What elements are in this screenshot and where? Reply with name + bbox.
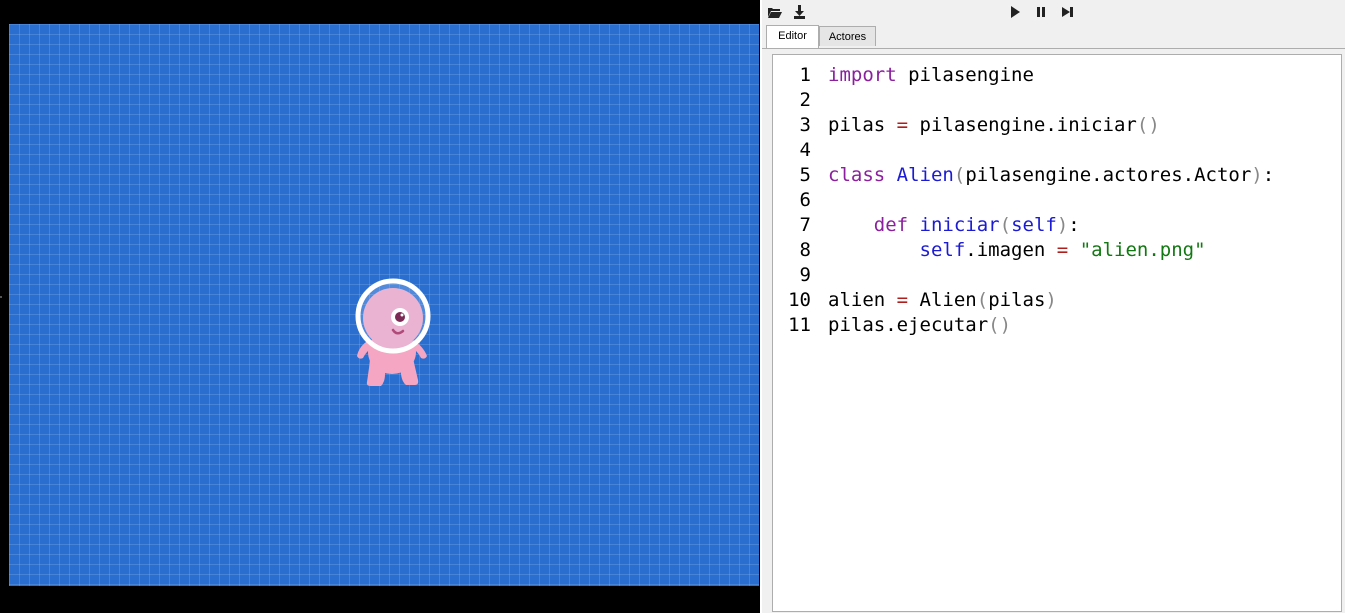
code-line[interactable]: 11 pilas.ejecutar() [773,313,1333,338]
code-token: class [828,164,886,186]
code-text: pilas = pilasengine.iniciar() [828,113,1160,138]
code-token: pilas.ejecutar [828,314,989,336]
code-token: ( [999,214,1012,236]
game-stage [0,0,760,613]
code-line[interactable]: 6 [773,188,1333,213]
code-token: pilas [988,289,1046,311]
code-text: class Alien(pilasengine.actores.Actor): [828,163,1274,188]
toolbar [762,0,1345,24]
code-text: pilas.ejecutar() [828,313,1011,338]
line-number: 7 [799,214,811,236]
code-token: alien [828,289,897,311]
code-editor[interactable]: 1 import pilasengine 2 3 pilas = pilasengine… [772,54,1342,612]
line-number: 9 [799,264,811,286]
code-line[interactable]: 4 [773,138,1333,163]
side-panel: Editor Actores 1 import pilasengine 2 3 pila… [762,0,1345,613]
alien-sprite-icon[interactable] [347,274,437,389]
code-line[interactable]: 5 class Alien(pilasengine.actores.Actor): [773,163,1333,188]
code-line[interactable]: 1 import pilasengine [773,63,1333,88]
tab-editor[interactable]: Editor [766,25,819,48]
code-line[interactable]: 3 pilas = pilasengine.iniciar() [773,113,1333,138]
stage-edge-marker [0,296,2,298]
code-line[interactable]: 2 [773,88,1333,113]
code-token: import [828,64,897,86]
code-token: Alien [896,164,954,186]
line-number: 8 [799,239,811,261]
code-token: pilasengine.iniciar [908,114,1137,136]
tab-bar: Editor Actores [762,25,1345,49]
code-line[interactable]: 8 self.imagen = "alien.png" [773,238,1333,263]
line-number: 1 [799,64,811,86]
code-token: ) [1056,214,1069,236]
code-token: = [1056,239,1069,261]
code-token: iniciar [919,214,1000,236]
line-number: 3 [799,114,811,136]
code-line[interactable]: 7 def iniciar(self): [773,213,1333,238]
code-token: pilasengine.actores.Actor [965,164,1252,186]
code-token: = [896,114,909,136]
code-text: def iniciar(self): [828,213,1080,238]
code-line[interactable]: 9 [773,263,1333,288]
code-token: Alien [908,289,977,311]
code-token: ) [1045,289,1057,311]
code-token: () [1136,114,1160,136]
code-token: : [1068,214,1080,236]
tab-actores[interactable]: Actores [819,26,876,46]
code-token: "alien.png" [1079,239,1206,261]
line-number: 11 [788,314,811,336]
folder-open-icon[interactable] [767,4,783,20]
code-token: pilas [828,114,897,136]
line-number: 4 [799,139,811,161]
step-forward-icon[interactable] [1059,4,1075,20]
game-canvas[interactable] [9,24,759,586]
code-token: .imagen [965,239,1057,261]
line-number: 2 [799,89,811,111]
pause-icon[interactable] [1033,4,1049,20]
line-number: 10 [788,289,811,311]
code-token: def [873,214,909,236]
play-icon[interactable] [1007,4,1023,20]
download-icon[interactable] [792,4,808,20]
code-token: ) [1251,164,1263,186]
code-token: () [988,314,1012,336]
code-token: : [1262,164,1275,186]
line-number: 5 [799,164,811,186]
code-line[interactable]: 10 alien = Alien(pilas) [773,288,1333,313]
code-token: ( [953,164,966,186]
code-token: self [919,239,966,261]
code-text: self.imagen = "alien.png" [828,238,1206,263]
code-text: alien = Alien(pilas) [828,288,1057,313]
code-token: self [1011,214,1057,236]
code-text: import pilasengine [828,63,1034,88]
line-number: 6 [799,189,811,211]
code-token: ( [976,289,989,311]
code-token: = [896,289,909,311]
code-token: pilasengine [896,64,1034,86]
